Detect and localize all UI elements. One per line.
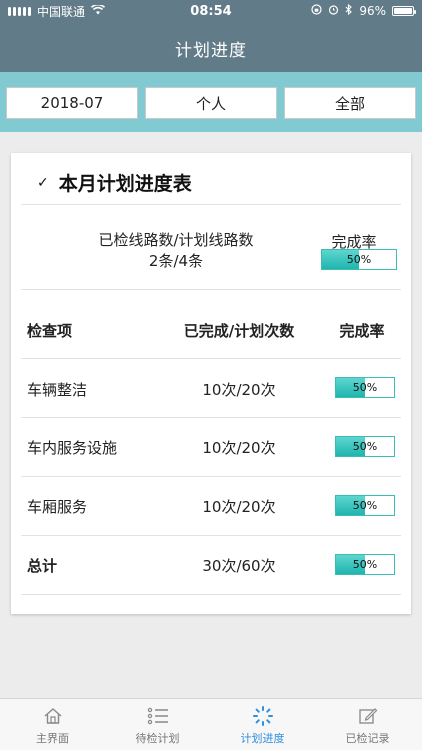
month-filter-button[interactable]: 2018-07 <box>6 87 138 119</box>
row-progress-bar: 50% <box>335 377 395 398</box>
total-label: 总计 <box>27 557 58 575</box>
status-bar: 中国联通 08:54 96% <box>0 0 422 22</box>
row-progress-bar: 50% <box>335 436 395 457</box>
row-progress-text: 50% <box>352 499 378 512</box>
column-header-rate: 完成率 <box>339 322 385 340</box>
summary-value: 2条/4条 <box>148 252 204 270</box>
row-item-label: 车辆整洁 <box>27 381 88 399</box>
tab-label: 主界面 <box>36 732 69 745</box>
summary-progress-bar: 50% <box>321 249 397 270</box>
scope-filter-button[interactable]: 个人 <box>145 87 277 119</box>
page-title: 计划进度 <box>175 41 247 61</box>
home-icon <box>43 704 63 728</box>
card-title: ✓ 本月计划进度表 <box>37 169 192 196</box>
summary-label: 已检线路数/计划线路数 <box>98 231 254 249</box>
row-progress-text: 50% <box>352 440 378 453</box>
progress-spinner-icon <box>252 704 274 728</box>
total-progress-bar: 50% <box>335 554 395 575</box>
tab-bar: 主界面 待检计划 计划进度 已检记录 <box>0 698 422 750</box>
status-time: 08:54 <box>190 3 232 19</box>
column-header-count: 已完成/计划次数 <box>183 322 295 340</box>
total-count: 30次/60次 <box>202 557 276 575</box>
tab-pending-plans[interactable]: 待检计划 <box>105 699 210 750</box>
divider <box>21 289 401 290</box>
row-item-label: 车厢服务 <box>27 498 88 516</box>
tab-label: 待检计划 <box>135 732 180 745</box>
category-filter-button[interactable]: 全部 <box>284 87 416 119</box>
row-progress-text: 50% <box>352 381 378 394</box>
tab-checked-records[interactable]: 已检记录 <box>315 699 420 750</box>
divider <box>21 417 401 418</box>
card-title-text: 本月计划进度表 <box>58 173 192 195</box>
row-item-label: 车内服务设施 <box>27 439 118 457</box>
edit-record-icon <box>358 704 378 728</box>
list-icon <box>147 704 169 728</box>
column-header-item: 检查项 <box>27 322 73 340</box>
tab-label: 已检记录 <box>345 732 390 745</box>
divider <box>21 358 401 359</box>
divider <box>21 204 401 205</box>
row-progress-bar: 50% <box>335 495 395 516</box>
row-count: 10次/20次 <box>202 381 276 399</box>
divider <box>21 476 401 477</box>
progress-card: ✓ 本月计划进度表 已检线路数/计划线路数 2条/4条 完成率 50% 检查项 … <box>11 153 411 614</box>
tab-home[interactable]: 主界面 <box>0 699 105 750</box>
summary-progress-text: 50% <box>346 253 372 266</box>
top-bar: 中国联通 08:54 96% 计划进度 <box>0 0 422 72</box>
row-count: 10次/20次 <box>202 498 276 516</box>
tab-plan-progress[interactable]: 计划进度 <box>210 699 315 750</box>
check-icon: ✓ <box>37 174 49 191</box>
total-progress-text: 50% <box>352 558 378 571</box>
divider <box>21 594 401 595</box>
divider <box>21 535 401 536</box>
tab-label: 计划进度 <box>240 732 285 745</box>
row-count: 10次/20次 <box>202 439 276 457</box>
battery-icon <box>392 6 416 16</box>
filter-bar: 2018-07 个人 全部 <box>0 72 422 132</box>
